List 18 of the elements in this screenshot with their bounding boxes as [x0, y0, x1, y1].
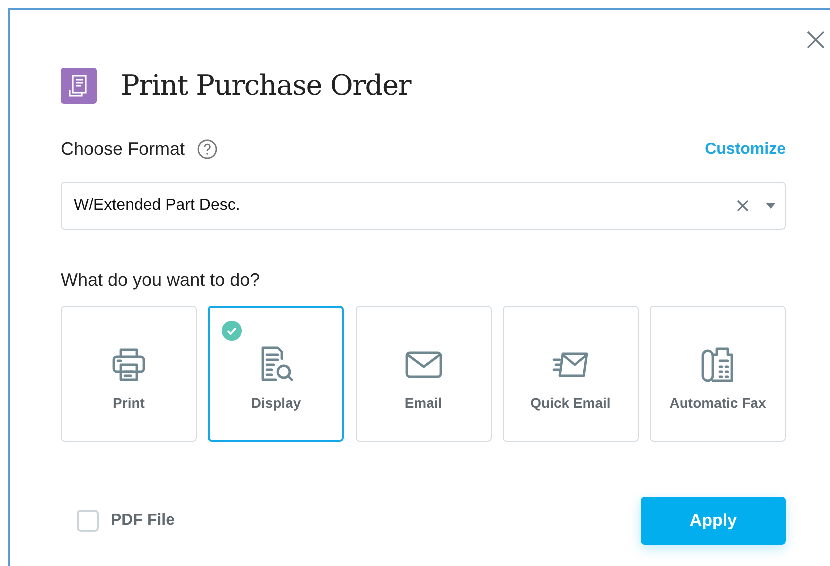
- caret-icon[interactable]: [765, 202, 777, 210]
- field-label: Choose Format: [61, 138, 186, 161]
- action-option[interactable]: Automatic Fax: [650, 306, 786, 442]
- action-option[interactable]: Print: [61, 306, 197, 442]
- pdf-checkbox[interactable]: [77, 510, 99, 532]
- select-value: W/Extended Part Desc.: [74, 196, 242, 216]
- action-option[interactable]: Email: [356, 306, 492, 442]
- checkbox-label: PDF File: [111, 511, 176, 531]
- format-select[interactable]: W/Extended Part Desc.: [61, 182, 786, 230]
- check-icon: [222, 321, 242, 341]
- section-label: What do you want to do?: [61, 269, 262, 292]
- document-icon: [61, 68, 97, 104]
- action-option[interactable]: Quick Email: [502, 306, 639, 442]
- dialog-title: Print Purchase Order: [121, 68, 412, 104]
- close-icon: [807, 31, 825, 49]
- clear-icon[interactable]: [737, 200, 749, 212]
- help-icon[interactable]: [197, 139, 218, 160]
- action-option[interactable]: Display: [208, 306, 344, 442]
